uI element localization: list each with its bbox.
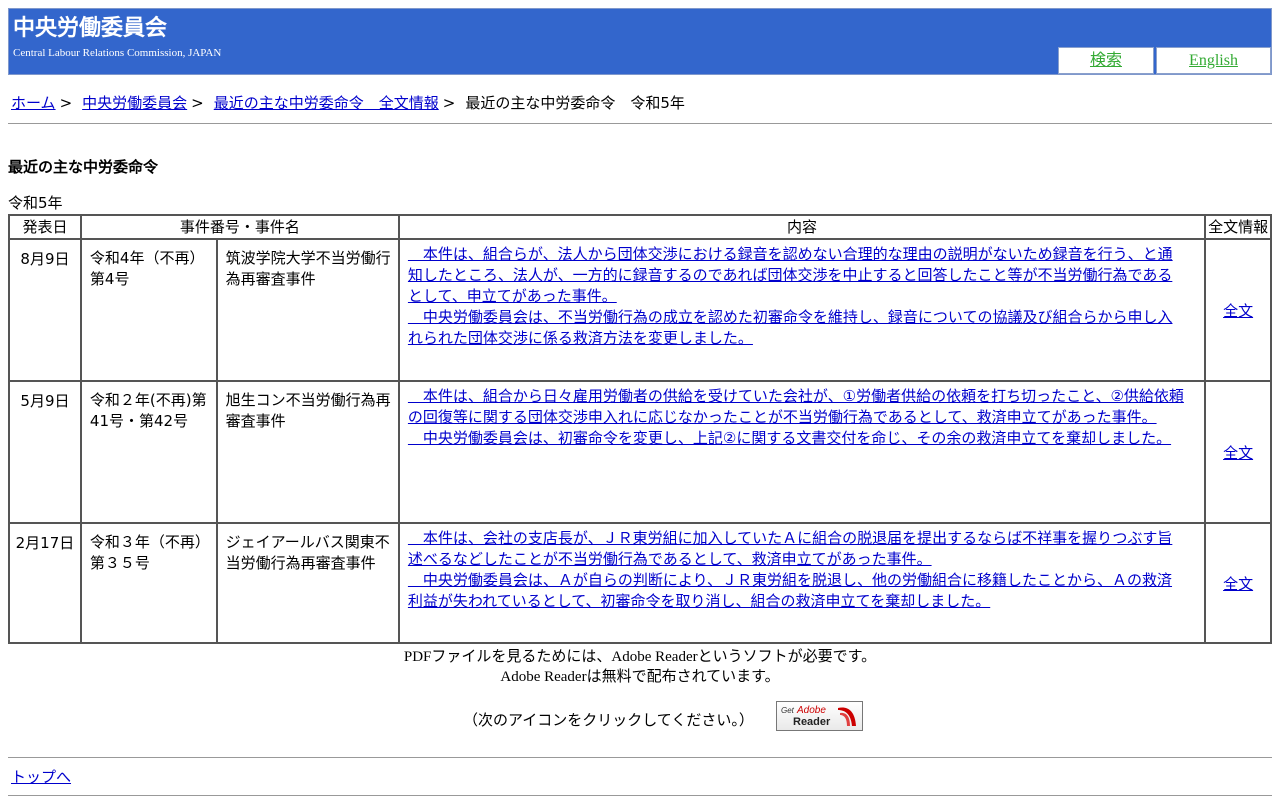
row-case-name: ジェイアールバス関東不当労働行為再審査事件: [215, 522, 400, 644]
header-case: 事件番号・事件名: [79, 214, 400, 240]
row-case-name: 筑波学院大学不当労働行為再審査事件: [215, 238, 400, 382]
decision-link[interactable]: 中央労働委員会は、初審命令を変更し、上記②に関する文書交付を命じ、その余の救済申…: [408, 428, 1186, 449]
breadcrumb-separator: >: [191, 94, 204, 112]
full-text-link[interactable]: 全文: [1223, 444, 1253, 462]
decision-link[interactable]: 中央労働委員会は、不当労働行為の成立を認めた初審命令を維持し、録音についての協議…: [408, 307, 1186, 349]
badge-get-text: Get: [781, 706, 794, 715]
header-full-info: 全文情報: [1204, 214, 1272, 240]
row-content: 本件は、会社の支店長が、ＪＲ東労組に加入していたＡに組合の脱退届を提出するならば…: [397, 522, 1207, 644]
row-full-text: 全文: [1204, 380, 1272, 524]
site-subtitle: Central Labour Relations Commission, JAP…: [13, 47, 222, 59]
row-full-text: 全文: [1204, 238, 1272, 382]
row-case-number: 令和３年（不再）第３５号: [79, 522, 218, 644]
decision-link[interactable]: 中央労働委員会は、Ａが自らの判断により、ＪＲ東労組を脱退し、他の労働組合に移籍し…: [408, 570, 1186, 612]
tab-english: English: [1156, 47, 1271, 74]
search-link[interactable]: 検索: [1090, 52, 1122, 69]
divider: [8, 123, 1272, 124]
badge-reader-text: Reader: [793, 716, 831, 728]
row-content: 本件は、組合から日々雇用労働者の供給を受けていた会社が、①労働者供給の依頼を打ち…: [397, 380, 1207, 524]
row-content: 本件は、組合らが、法人から団体交渉における録音を認めない合理的な理由の説明がない…: [397, 238, 1207, 382]
pdf-note-free: Adobe Readerは無料で配布されています。: [500, 669, 780, 685]
divider: [8, 757, 1272, 758]
badge-adobe-text: Adobe: [797, 705, 826, 716]
breadcrumb-separator: >: [442, 94, 456, 112]
english-link[interactable]: English: [1189, 52, 1238, 69]
row-case-name: 旭生コン不当労働行為再審査事件: [215, 380, 400, 524]
row-date: 8月9日: [8, 238, 82, 382]
full-text-link[interactable]: 全文: [1223, 302, 1253, 320]
breadcrumb-current: 最近の主な中労委命令 令和5年: [465, 94, 685, 112]
year-label: 令和5年: [8, 194, 63, 212]
summary-link[interactable]: 本件は、会社の支店長が、ＪＲ東労組に加入していたＡに組合の脱退届を提出するならば…: [408, 528, 1186, 570]
row-date: 5月9日: [8, 380, 82, 524]
breadcrumb-separator: >: [59, 94, 73, 112]
full-text-link[interactable]: 全文: [1223, 575, 1253, 593]
page-heading: 最近の主な中労委命令: [8, 158, 159, 176]
pdf-note: PDFファイルを見るためには、Adobe Readerというソフトが必要です。: [403, 649, 877, 665]
breadcrumb: ホーム > 中央労働委員会 > 最近の主な中労委命令 全文情報 > 最近の主な中労委命令 令…: [11, 92, 685, 113]
row-case-number: 令和２年(不再)第41号・第42号: [79, 380, 218, 524]
table-row: 5月9日 令和２年(不再)第41号・第42号 旭生コン不当労働行為再審査事件 本…: [8, 380, 1272, 524]
adobe-reader-icon: [838, 707, 856, 726]
click-instruction: （次のアイコンをクリックしてください。）: [463, 711, 754, 729]
row-case-number: 令和4年（不再）第4号: [79, 238, 218, 382]
row-full-text: 全文: [1204, 522, 1272, 644]
tab-search: 検索: [1058, 47, 1154, 74]
back-to-top-link[interactable]: トップへ: [11, 766, 71, 787]
divider: [8, 795, 1272, 796]
table-header-row: 発表日 事件番号・事件名 内容 全文情報: [8, 214, 1272, 240]
header-content: 内容: [397, 214, 1207, 240]
row-date: 2月17日: [8, 522, 82, 644]
breadcrumb-orders[interactable]: 最近の主な中労委命令 全文情報: [214, 94, 439, 112]
site-title: 中央労働委員会: [13, 16, 168, 41]
table-row: 2月17日 令和３年（不再）第３５号 ジェイアールバス関東不当労働行為再審査事件…: [8, 522, 1272, 644]
table-row: 8月9日 令和4年（不再）第4号 筑波学院大学不当労働行為再審査事件 本件は、組…: [8, 238, 1272, 382]
breadcrumb-home[interactable]: ホーム: [11, 94, 56, 112]
get-adobe-reader-button[interactable]: Get Adobe Reader: [776, 701, 863, 731]
header-date: 発表日: [8, 214, 82, 240]
site-header: 中央労働委員会 Central Labour Relations Commiss…: [8, 8, 1272, 75]
breadcrumb-commission[interactable]: 中央労働委員会: [82, 94, 187, 112]
summary-link[interactable]: 本件は、組合らが、法人から団体交渉における録音を認めない合理的な理由の説明がない…: [408, 244, 1186, 307]
summary-link[interactable]: 本件は、組合から日々雇用労働者の供給を受けていた会社が、①労働者供給の依頼を打ち…: [408, 386, 1186, 428]
orders-table: 発表日 事件番号・事件名 内容 全文情報 8月9日 令和4年（不再）第4号 筑波…: [8, 214, 1272, 644]
